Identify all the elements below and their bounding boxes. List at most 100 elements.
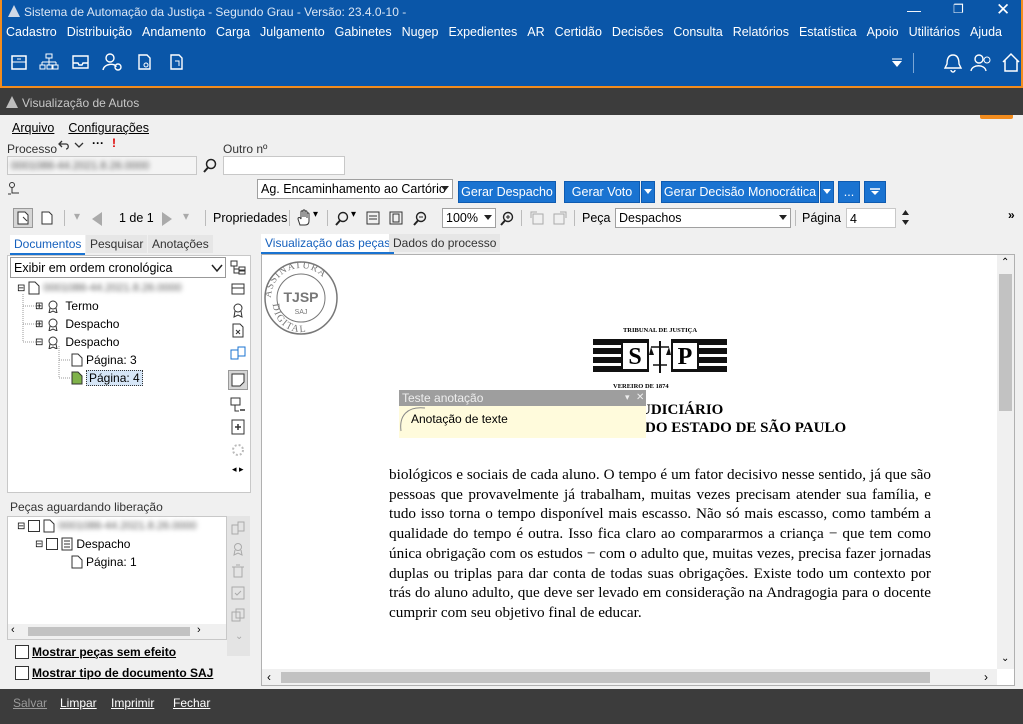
search-icon[interactable] [334,211,350,227]
menu-certidao[interactable]: Certidão [555,25,602,43]
stack-icon[interactable] [230,281,246,297]
salvar-button[interactable]: Salvar [13,696,47,710]
trash-icon[interactable] [231,564,245,578]
certificate-icon[interactable] [230,302,246,318]
menu-configuracoes[interactable]: Configurações [68,121,149,135]
more-dots-icon[interactable]: ··· [92,136,104,150]
menu-apoio[interactable]: Apoio [867,25,899,43]
tab-pesquisar[interactable]: Pesquisar [86,235,148,253]
properties-button[interactable]: Propriedades [213,211,287,225]
menu-andamento[interactable]: Andamento [142,25,206,43]
copy-icon[interactable] [231,608,245,622]
menu-nugep[interactable]: Nugep [402,25,439,43]
menu-estatistica[interactable]: Estatística [799,25,857,43]
close-icon[interactable]: ✕ [996,0,1010,20]
add-page-icon[interactable] [230,419,246,435]
peca-select[interactable]: Despachos [615,208,791,228]
scroll-thumb[interactable] [28,627,190,636]
menu-distribuicao[interactable]: Distribuição [67,25,132,43]
chevron-down-icon[interactable]: ▾ [313,209,318,220]
gerar-decisao-button[interactable]: Gerar Decisão Monocrática [661,181,819,203]
more-actions-button[interactable]: ... [838,181,860,203]
gerar-voto-button[interactable]: Gerar Voto [564,181,640,203]
annotation-header[interactable]: Teste anotação ▾ ✕ [399,390,646,406]
menu-carga[interactable]: Carga [216,25,250,43]
status-select[interactable]: Ag. Encaminhamento ao Cartório [257,179,453,199]
scroll-left-icon[interactable]: ‹ [11,624,15,636]
menu-consulta[interactable]: Consulta [673,25,722,43]
pending-item-despacho[interactable]: ⊟ Despacho [35,536,130,552]
org-chart-icon[interactable] [39,53,59,71]
prev-page-icon[interactable] [90,212,104,226]
scroll-thumb[interactable] [999,274,1012,411]
document-lock-icon[interactable] [136,53,154,71]
fit-width-icon[interactable] [366,211,380,225]
doc-hscrollbar[interactable]: ‹ › [262,669,997,685]
cabinet-icon[interactable] [10,53,28,71]
annotation-body[interactable]: Anotação de texte [399,406,646,438]
pending-root[interactable]: ⊟ 0001086-44.2021.8.26.0000 [17,518,197,534]
close-icon[interactable]: ✕ [636,390,644,406]
inbox-icon[interactable] [71,53,91,71]
overflow-chevron-icon[interactable]: » [1008,208,1015,222]
imprimir-button[interactable]: Imprimir [111,696,154,710]
show-doctype-checkbox[interactable] [15,666,29,680]
compare-icon[interactable] [231,521,245,535]
zoom-out-icon[interactable] [412,211,428,227]
scroll-up-icon[interactable]: ⌃ [1001,257,1009,268]
scroll-thumb[interactable] [281,672,930,683]
gerar-despacho-button[interactable]: Gerar Despacho [458,181,556,203]
chevron-down-icon[interactable]: ▾ [351,209,356,220]
scroll-right-icon[interactable]: › [984,670,988,684]
scroll-down-icon[interactable]: ⌄ [1001,653,1009,664]
menu-ar[interactable]: AR [527,25,544,43]
next-page-icon[interactable] [160,212,174,226]
menu-julgamento[interactable]: Julgamento [260,25,325,43]
scroll-right-icon[interactable]: › [197,624,201,636]
chevron-down-icon[interactable] [74,140,84,150]
doc-vscrollbar[interactable]: ⌃ ⌄ [997,255,1014,669]
tree-structure-icon[interactable] [7,182,23,196]
restore-icon[interactable]: ❐ [953,2,964,16]
pending-root-checkbox[interactable] [28,520,41,532]
pending-page[interactable]: Página: 1 [71,554,137,570]
scroll-arrows-icon[interactable]: ◂ ▸ [232,464,244,475]
fechar-button[interactable]: Fechar [173,696,210,710]
tab-dados-processo[interactable]: Dados do processo [389,234,501,252]
menu-ajuda[interactable]: Ajuda [970,25,1002,43]
tab-anotacoes[interactable]: Anotações [148,235,213,253]
outro-field[interactable] [223,156,345,175]
chevron-down-icon[interactable]: ▾ [183,209,189,223]
fit-page-icon[interactable] [389,211,403,225]
scroll-left-icon[interactable]: ‹ [267,670,271,684]
show-voided-option[interactable]: Mostrar peças sem efeito [15,644,176,660]
rotate-right-icon[interactable] [552,210,568,226]
certificate-remove-icon[interactable] [230,323,246,339]
show-voided-checkbox[interactable] [15,645,29,659]
processo-field[interactable]: 0001086-44.2021.8.26.0000 [7,156,197,175]
tree-list-icon[interactable] [230,260,246,276]
spinner-icon[interactable] [901,209,910,227]
show-doctype-option[interactable]: Mostrar tipo de documento SAJ [15,665,213,681]
collapse-icon[interactable]: ⊟ [17,521,25,532]
chevron-down-icon[interactable]: ▾ [625,389,630,405]
gerar-voto-dropdown[interactable] [641,181,655,203]
pending-hscrollbar[interactable]: ‹ › [8,624,226,639]
gerar-decisao-dropdown[interactable] [820,181,834,203]
hand-tool-icon[interactable] [296,209,312,227]
menu-utilitarios[interactable]: Utilitários [909,25,960,43]
rotate-left-icon[interactable] [529,210,545,226]
back-arrow-icon[interactable] [58,139,70,151]
limpar-button[interactable]: Limpar [60,696,97,710]
expand-toolbar-button[interactable] [864,181,886,203]
check-page-icon[interactable] [231,586,245,600]
text-annotation[interactable]: Teste anotação ▾ ✕ Anotação de texte [399,390,646,438]
chevron-down-icon[interactable]: ▾ [74,209,80,223]
compare-pages-icon[interactable] [230,345,246,361]
page-hand-icon[interactable] [40,211,54,225]
pending-item-checkbox[interactable] [46,538,59,550]
user-settings-icon[interactable] [102,52,124,72]
zoom-select[interactable]: 100% [442,208,496,228]
certificate-icon[interactable] [231,542,245,556]
home-icon[interactable] [1001,52,1021,74]
